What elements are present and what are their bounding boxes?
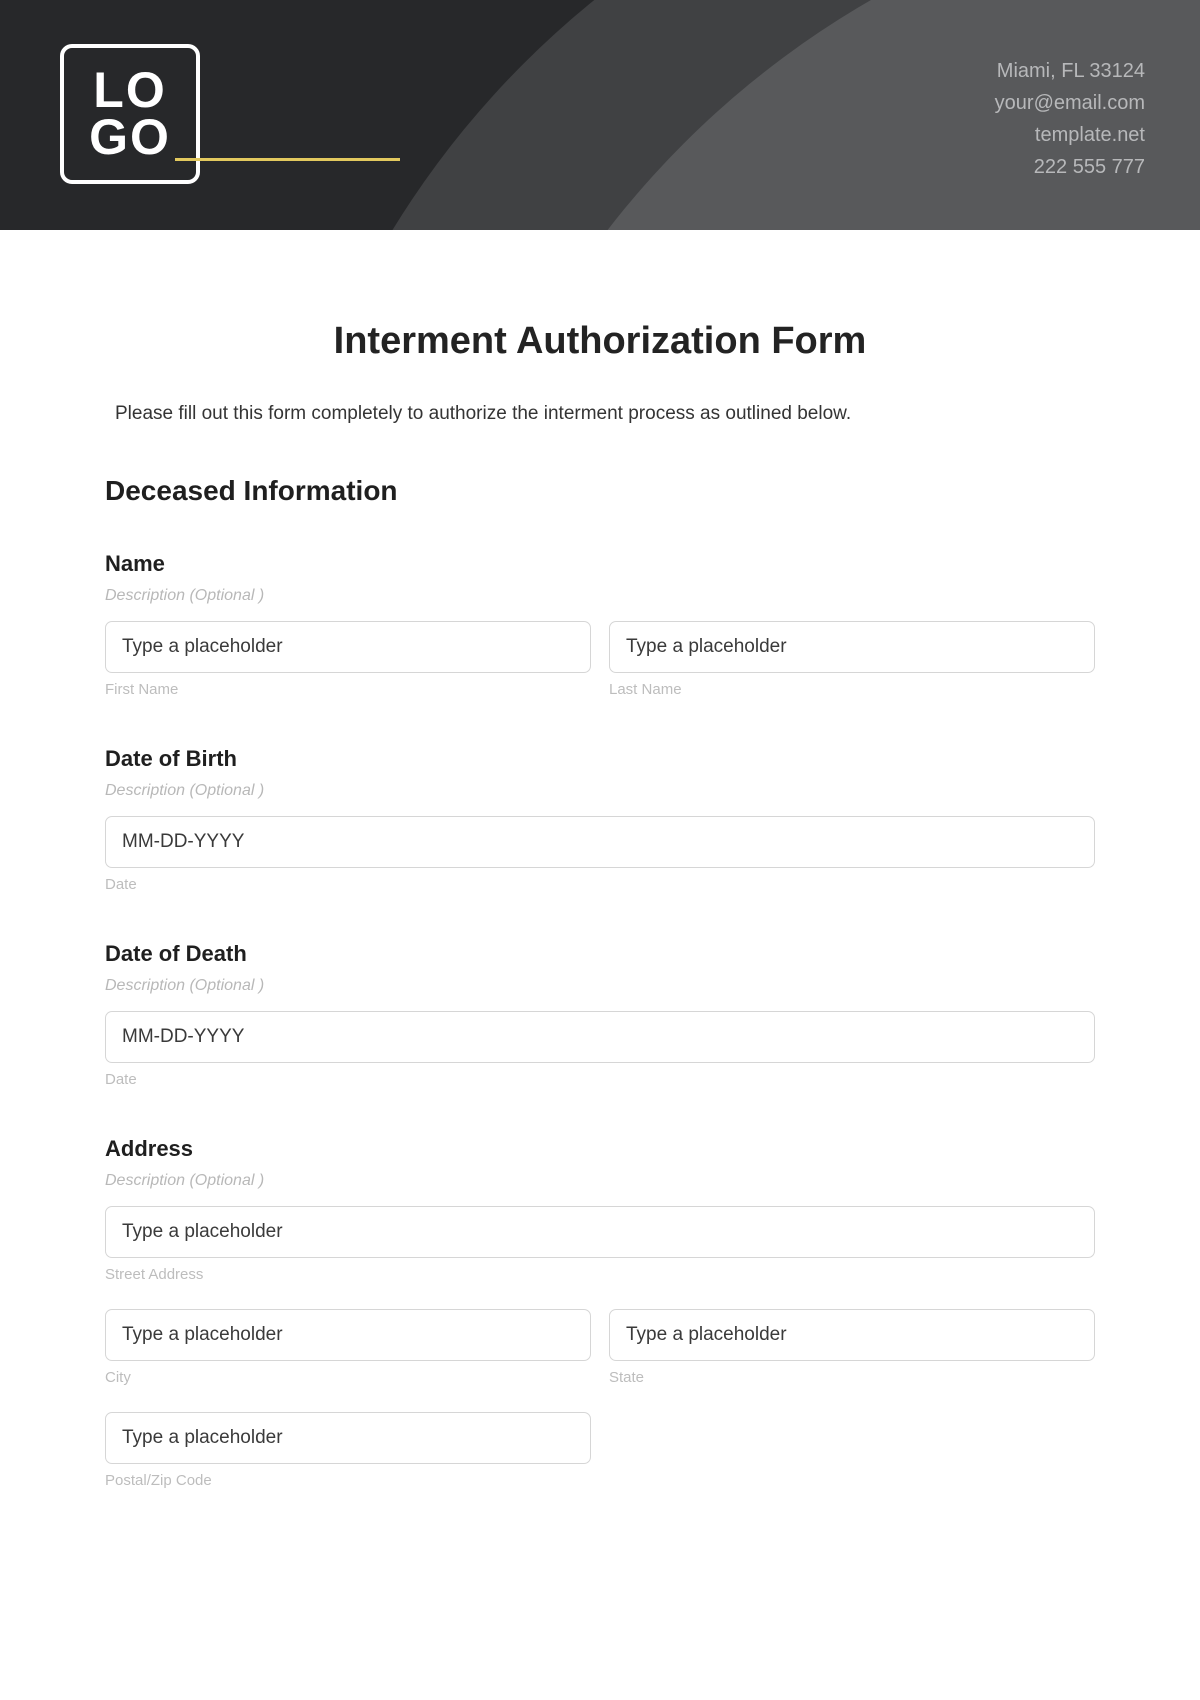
last-name-sublabel: Last Name	[609, 681, 1095, 698]
header-banner: LO GO Miami, FL 33124 your@email.com tem…	[0, 0, 1200, 230]
zip-input[interactable]	[105, 1412, 591, 1464]
intro-text: Please fill out this form completely to …	[105, 403, 1095, 425]
first-name-sublabel: First Name	[105, 681, 591, 698]
name-description: Description (Optional )	[105, 587, 1095, 605]
dod-input[interactable]	[105, 1011, 1095, 1063]
page-title: Interment Authorization Form	[105, 320, 1095, 363]
dob-description: Description (Optional )	[105, 782, 1095, 800]
field-group-name: Name Description (Optional ) First Name …	[105, 551, 1095, 698]
last-name-input[interactable]	[609, 621, 1095, 673]
form-content: Interment Authorization Form Please fill…	[0, 230, 1200, 1553]
logo-text-line-2: GO	[89, 114, 171, 162]
contact-website: template.net	[995, 119, 1145, 151]
address-description: Description (Optional )	[105, 1172, 1095, 1190]
dob-sublabel: Date	[105, 876, 1095, 893]
street-address-sublabel: Street Address	[105, 1266, 1095, 1283]
contact-address: Miami, FL 33124	[995, 55, 1145, 87]
state-input[interactable]	[609, 1309, 1095, 1361]
section-heading-deceased: Deceased Information	[105, 475, 1095, 507]
dob-label: Date of Birth	[105, 746, 1095, 772]
logo-text-line-1: LO	[93, 67, 166, 115]
contact-email: your@email.com	[995, 87, 1145, 119]
street-address-input[interactable]	[105, 1206, 1095, 1258]
field-group-address: Address Description (Optional ) Street A…	[105, 1136, 1095, 1489]
field-group-dod: Date of Death Description (Optional ) Da…	[105, 941, 1095, 1088]
dod-label: Date of Death	[105, 941, 1095, 967]
name-label: Name	[105, 551, 1095, 577]
first-name-input[interactable]	[105, 621, 591, 673]
zip-sublabel: Postal/Zip Code	[105, 1472, 591, 1489]
logo-underline	[175, 158, 400, 161]
contact-phone: 222 555 777	[995, 151, 1145, 183]
logo-icon: LO GO	[60, 44, 200, 184]
contact-block: Miami, FL 33124 your@email.com template.…	[995, 55, 1145, 183]
city-sublabel: City	[105, 1369, 591, 1386]
state-sublabel: State	[609, 1369, 1095, 1386]
dob-input[interactable]	[105, 816, 1095, 868]
dod-description: Description (Optional )	[105, 977, 1095, 995]
field-group-dob: Date of Birth Description (Optional ) Da…	[105, 746, 1095, 893]
city-input[interactable]	[105, 1309, 591, 1361]
address-label: Address	[105, 1136, 1095, 1162]
dod-sublabel: Date	[105, 1071, 1095, 1088]
